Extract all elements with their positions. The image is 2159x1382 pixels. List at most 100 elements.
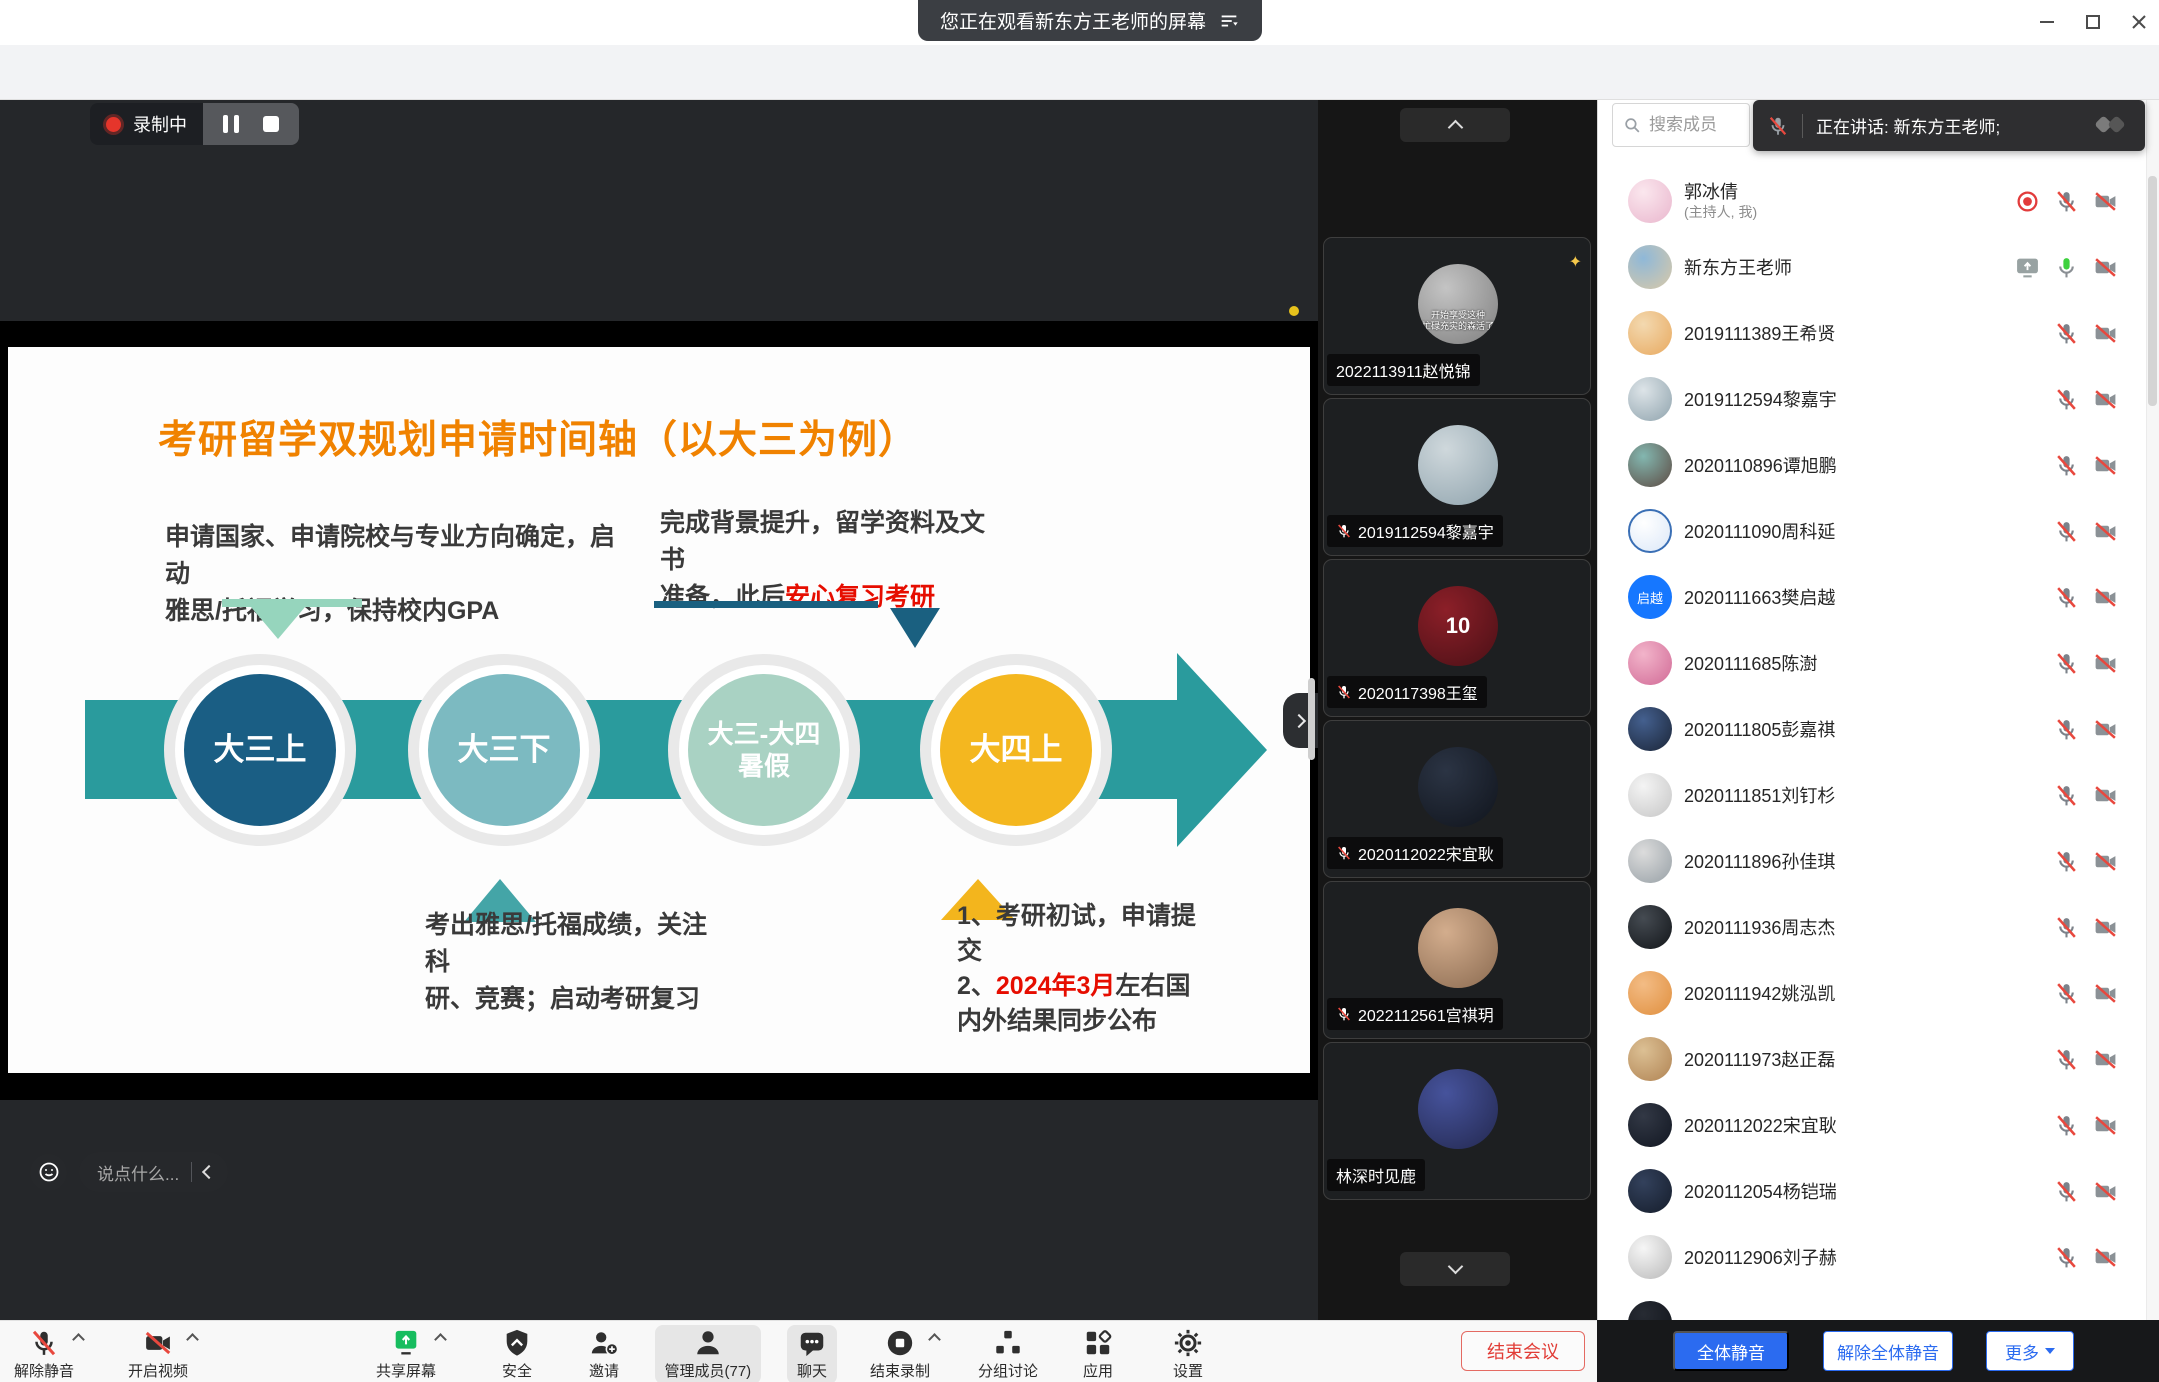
member-row[interactable]	[1598, 1290, 2146, 1320]
mute-all-button[interactable]: 全体静音	[1673, 1331, 1789, 1371]
video-thumbnail[interactable]: 2019112594黎嘉宇	[1323, 398, 1591, 556]
toolbar-item-start-video[interactable]: 开启视频	[118, 1325, 198, 1382]
banner-menu-icon[interactable]	[1218, 10, 1240, 32]
member-row[interactable]: 2020111942姚泓凯	[1598, 960, 2146, 1026]
member-name: 2020110896谭旭鹏	[1684, 452, 1837, 478]
stop-recording-button[interactable]	[263, 116, 279, 132]
member-row[interactable]: 郭冰倩(主持人, 我)	[1598, 168, 2146, 234]
mic-off-icon	[2054, 585, 2079, 610]
close-icon[interactable]	[2124, 8, 2154, 36]
video-thumbnail[interactable]: 2020112022宋宜耿	[1323, 720, 1591, 878]
member-avatar	[1628, 971, 1672, 1015]
scroll-videos-up-button[interactable]	[1400, 108, 1510, 142]
toolbar-item-stop-record[interactable]: 结束录制	[860, 1325, 940, 1382]
maximize-icon[interactable]	[2078, 8, 2108, 36]
scrollbar-thumb[interactable]	[2148, 176, 2157, 406]
mic-muted-icon	[1336, 523, 1352, 539]
quick-chat-input[interactable]: 说点什么...	[79, 1152, 228, 1192]
member-role: (主持人, 我)	[1684, 202, 1757, 222]
mic-muted-icon	[1336, 684, 1352, 700]
more-button[interactable]: 更多	[1986, 1331, 2074, 1371]
share-icon	[2015, 255, 2040, 280]
callout-bar-teal	[654, 601, 878, 608]
toolbar-item-share-screen[interactable]: 共享屏幕	[366, 1325, 446, 1382]
toolbar-item-unmute[interactable]: 解除静音	[4, 1325, 84, 1382]
slide-note-bottom-right: 1、考研初试，申请提 交 2、2024年3月左右国 内外结果同步公布	[957, 899, 1207, 1039]
minimize-icon[interactable]	[2032, 8, 2062, 36]
viewing-screen-banner[interactable]: 您正在观看新东方王老师的屏幕	[918, 0, 1262, 41]
member-row[interactable]: 启越2020111663樊启越	[1598, 564, 2146, 630]
member-name: 2020111663樊启越	[1684, 584, 1835, 610]
cam-off-icon	[2093, 387, 2118, 412]
toolbar-item-label: 结束录制	[870, 1360, 930, 1381]
video-thumbnail[interactable]: 102020117398王玺	[1323, 559, 1591, 717]
speaking-toast-text: 正在讲话: 新东方王老师;	[1816, 113, 2000, 138]
toolbar-item-settings[interactable]: 设置	[1163, 1325, 1213, 1382]
toolbar-item-chat[interactable]: 聊天	[787, 1325, 837, 1382]
mic-off-icon	[2054, 453, 2079, 478]
meeting-app-window: 您正在观看新东方王老师的屏幕 57:09 演讲者视图 聊天 管理成员(77) •…	[0, 0, 2159, 1382]
mic-off-icon	[2054, 519, 2079, 544]
toolbar-item-members[interactable]: 管理成员(77)	[655, 1325, 762, 1382]
invite-icon	[589, 1328, 619, 1358]
member-row[interactable]: 2020111896孙佳琪	[1598, 828, 2146, 894]
member-name: 2020111936周志杰	[1684, 914, 1835, 940]
member-avatar	[1628, 443, 1672, 487]
member-row[interactable]: 2020111851刘钉杉	[1598, 762, 2146, 828]
search-input[interactable]	[1649, 115, 1739, 135]
participant-avatar: 开始享受这种忙碌充实的森活了	[1418, 264, 1498, 344]
end-meeting-button[interactable]: 结束会议	[1461, 1331, 1585, 1371]
member-row[interactable]: 2019111389王希贤	[1598, 300, 2146, 366]
member-row[interactable]: 2020112054杨铠瑞	[1598, 1158, 2146, 1224]
member-row[interactable]: 2020111805彭嘉祺	[1598, 696, 2146, 762]
member-row[interactable]: 2020111090周科延	[1598, 498, 2146, 564]
member-name: 2019112594黎嘉宇	[1684, 386, 1837, 412]
meeting-logo-icon	[2091, 112, 2131, 140]
speaking-toast: 正在讲话: 新东方王老师;	[1753, 100, 2145, 151]
toolbar-item-apps[interactable]: 应用	[1073, 1325, 1123, 1382]
member-name: 2020112022宋宜耿	[1684, 1112, 1837, 1138]
share-screen-icon	[391, 1328, 421, 1358]
video-thumbnail[interactable]: 林深时见鹿	[1323, 1042, 1591, 1200]
member-row[interactable]: 2019112594黎嘉宇	[1598, 366, 2146, 432]
emoji-button[interactable]	[30, 1154, 67, 1191]
thumbnail-name-chip: 2019112594黎嘉宇	[1327, 515, 1503, 547]
member-avatar	[1628, 641, 1672, 685]
mic-off-icon	[2054, 981, 2079, 1006]
toolbar-item-security[interactable]: 安全	[492, 1325, 542, 1382]
member-list-scrollbar[interactable]	[2146, 100, 2159, 1320]
member-avatar	[1628, 509, 1672, 553]
member-row[interactable]: 2020112906刘子赫	[1598, 1224, 2146, 1290]
breakout-icon	[993, 1328, 1023, 1358]
scroll-videos-down-button[interactable]	[1400, 1252, 1510, 1286]
unmute-all-button[interactable]: 解除全体静音	[1823, 1331, 1953, 1371]
mic-off-icon	[2054, 717, 2079, 742]
video-thumbnail[interactable]: 2022112561宫祺玥	[1323, 881, 1591, 1039]
member-name: 2020111896孙佳琪	[1684, 848, 1835, 874]
mic-off-icon	[2054, 1047, 2079, 1072]
meeting-topbar	[0, 45, 2159, 100]
member-row[interactable]: 2020111936周志杰	[1598, 894, 2146, 960]
members-footer: 全体静音 解除全体静音 更多	[1597, 1320, 2159, 1382]
stage-scrollbar-thumb[interactable]	[1308, 678, 1315, 760]
member-row[interactable]: 2020112022宋宜耿	[1598, 1092, 2146, 1158]
video-thumbnail[interactable]: 开始享受这种忙碌充实的森活了✦2022113911赵悦锦	[1323, 237, 1591, 395]
chat-input-placeholder: 说点什么...	[97, 1160, 179, 1185]
timeline-milestone: 大三-大四暑假	[688, 674, 840, 826]
video-thumbnail-strip: 开始享受这种忙碌充实的森活了✦2022113911赵悦锦 2019112594黎嘉…	[1318, 100, 1597, 1320]
member-row[interactable]: 2020111685陈澍	[1598, 630, 2146, 696]
member-search[interactable]	[1612, 103, 1750, 147]
security-icon	[502, 1328, 532, 1358]
toolbar-item-invite[interactable]: 邀请	[579, 1325, 629, 1382]
thumbnail-name-chip: 2020112022宋宜耿	[1327, 837, 1503, 869]
member-row[interactable]: 2020111973赵正磊	[1598, 1026, 2146, 1092]
toolbar-item-breakout[interactable]: 分组讨论	[968, 1325, 1048, 1382]
member-avatar	[1628, 311, 1672, 355]
collapse-chat-icon[interactable]	[202, 1165, 216, 1179]
member-name: 2020112906刘子赫	[1684, 1244, 1837, 1270]
member-row[interactable]: 新东方王老师	[1598, 234, 2146, 300]
recording-status: 录制中	[90, 103, 203, 145]
pause-recording-button[interactable]	[223, 115, 239, 133]
member-row[interactable]: 2020110896谭旭鹏	[1598, 432, 2146, 498]
thumbnail-name-chip: 2022112561宫祺玥	[1327, 998, 1503, 1030]
